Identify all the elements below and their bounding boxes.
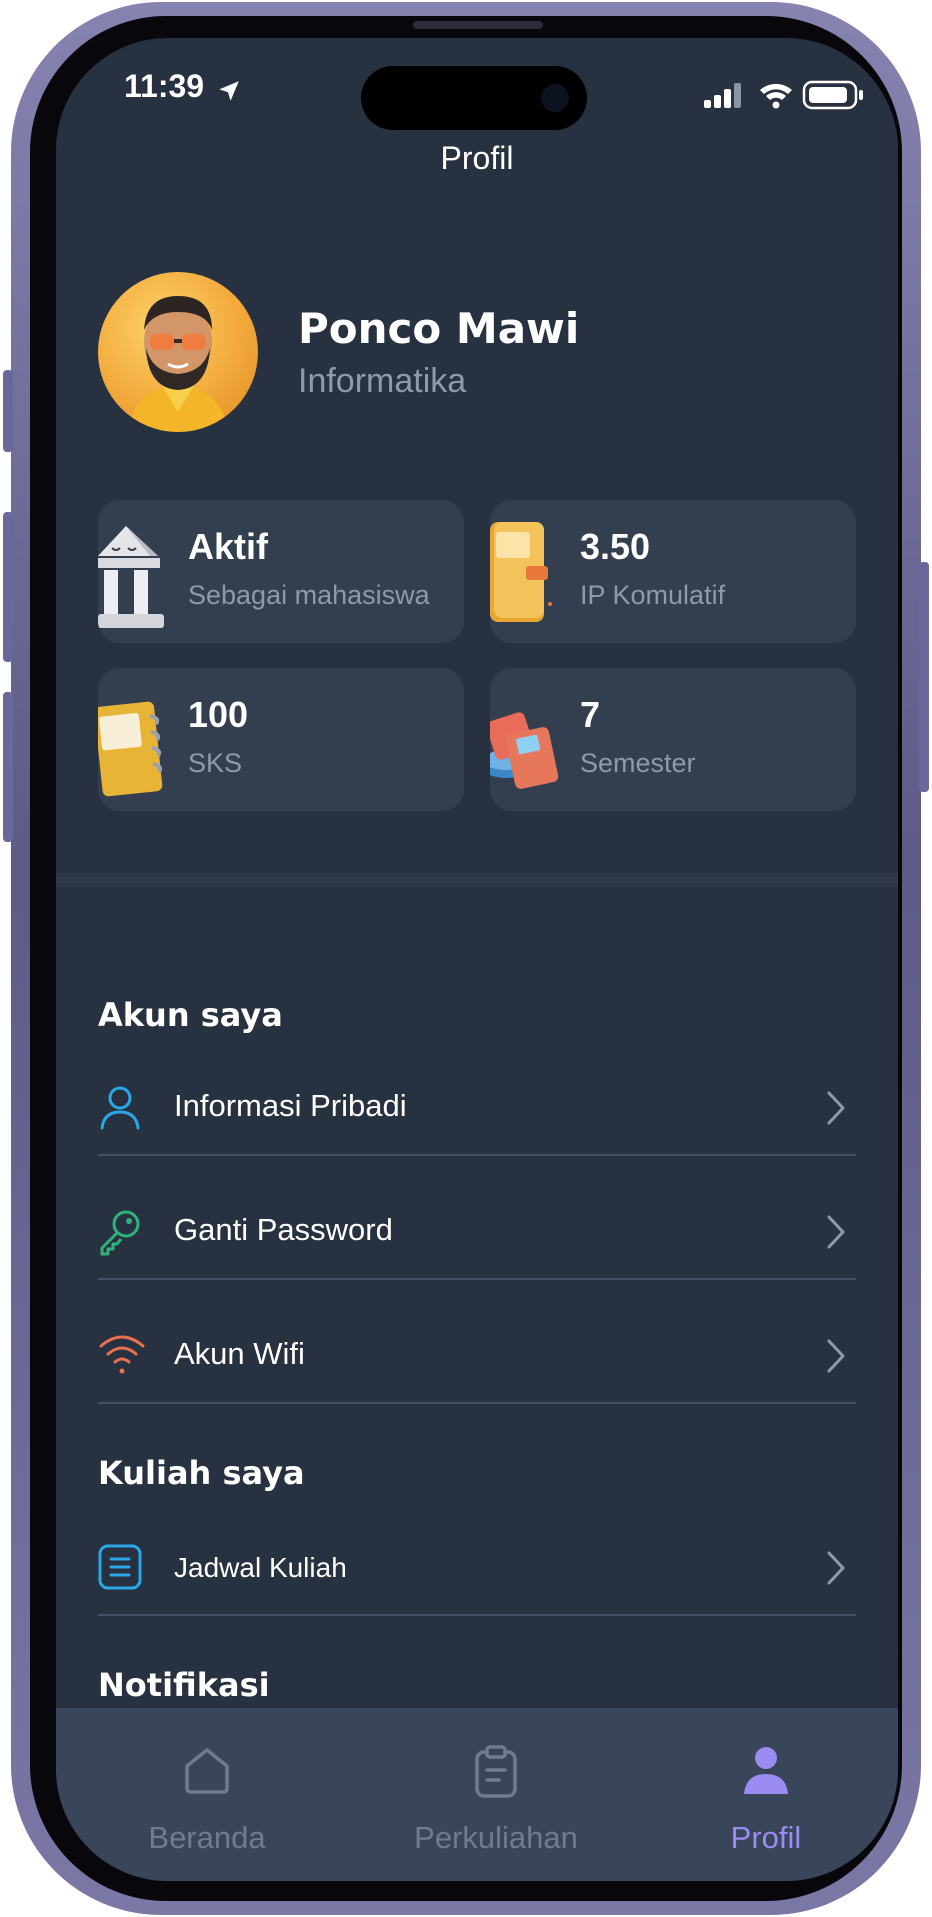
chevron-right-icon <box>827 1215 845 1249</box>
institution-icon <box>98 526 164 628</box>
nav-label: Profil <box>730 1820 802 1855</box>
page-title: Profil <box>440 140 514 176</box>
stat-value: 100 <box>188 694 249 735</box>
section-title-notifikasi: Notifikasi <box>98 1666 270 1704</box>
mute-switch <box>3 370 13 452</box>
stat-value: 3.50 <box>580 526 651 567</box>
chevron-right-icon <box>827 1551 845 1585</box>
avatar[interactable] <box>98 272 258 432</box>
speaker-grille <box>413 21 543 29</box>
menu-item-ganti-password[interactable]: Ganti Password <box>98 1188 856 1280</box>
book-icon <box>490 522 552 622</box>
menu-item-akun-wifi[interactable]: Akun Wifi <box>98 1312 856 1404</box>
battery-icon <box>802 80 863 110</box>
status-time: 11:39 <box>124 68 205 104</box>
person-icon <box>744 1747 788 1794</box>
signal-icon <box>704 83 741 108</box>
phone-frame: 11:39 Profil Ponco Mawi Informatika Akti… <box>3 2 929 1915</box>
chevron-right-icon <box>827 1091 845 1125</box>
stat-card-status[interactable]: Aktif Sebagai mahasiswa <box>98 500 464 643</box>
schedule-icon <box>98 1544 142 1590</box>
volume-down-button <box>3 692 13 842</box>
menu-item-label: Informasi Pribadi <box>174 1088 407 1123</box>
menu-item-jadwal-kuliah[interactable]: Jadwal Kuliah <box>98 1524 856 1616</box>
stat-label: Semester <box>580 748 696 778</box>
wifi-icon <box>99 1335 145 1374</box>
stat-card-sks[interactable]: 100 SKS <box>98 668 464 811</box>
camera-icon <box>541 84 569 112</box>
stat-label: IP Komulatif <box>580 580 726 610</box>
stat-label: Sebagai mahasiswa <box>188 580 430 610</box>
menu-item-label: Ganti Password <box>174 1212 393 1247</box>
wifi-status-icon <box>760 83 792 109</box>
stat-label: SKS <box>188 748 243 778</box>
menu-item-label: Akun Wifi <box>174 1336 305 1371</box>
status-indicators <box>704 80 863 110</box>
memoji-avatar-icon <box>128 296 228 432</box>
nav-label: Perkuliahan <box>414 1820 578 1855</box>
stat-value: 7 <box>580 694 601 735</box>
key-icon <box>100 1210 140 1256</box>
nav-item-beranda[interactable]: Beranda <box>87 1708 327 1881</box>
user-name: Ponco Mawi <box>298 304 580 353</box>
menu-item-informasi-pribadi[interactable]: Informasi Pribadi <box>98 1064 856 1156</box>
nav-item-profil[interactable]: Profil <box>646 1708 886 1881</box>
menu-item-label: Jadwal Kuliah <box>174 1552 347 1583</box>
section-title-kuliah: Kuliah saya <box>98 1454 305 1492</box>
app-screen: 11:39 Profil Ponco Mawi Informatika Akti… <box>56 38 898 1881</box>
dynamic-island <box>361 66 587 130</box>
books-stack-icon <box>490 712 559 789</box>
stat-card-semester[interactable]: 7 Semester <box>490 668 856 811</box>
section-divider <box>56 873 898 887</box>
stat-value: Aktif <box>188 526 268 567</box>
nav-item-perkuliahan[interactable]: Perkuliahan <box>376 1708 616 1881</box>
home-icon <box>185 1748 229 1794</box>
chevron-right-icon <box>827 1339 845 1373</box>
volume-up-button <box>3 512 13 662</box>
power-button <box>919 562 929 792</box>
location-arrow-icon <box>219 81 239 101</box>
clipboard-icon <box>475 1745 517 1798</box>
notebook-icon <box>98 701 163 797</box>
user-icon <box>100 1086 140 1130</box>
user-major: Informatika <box>298 362 467 400</box>
section-title-akun: Akun saya <box>98 996 283 1034</box>
stat-card-ipk[interactable]: 3.50 IP Komulatif <box>490 500 856 643</box>
nav-label: Beranda <box>148 1820 266 1855</box>
bottom-nav: Beranda Perkuliahan Profil <box>56 1708 898 1881</box>
